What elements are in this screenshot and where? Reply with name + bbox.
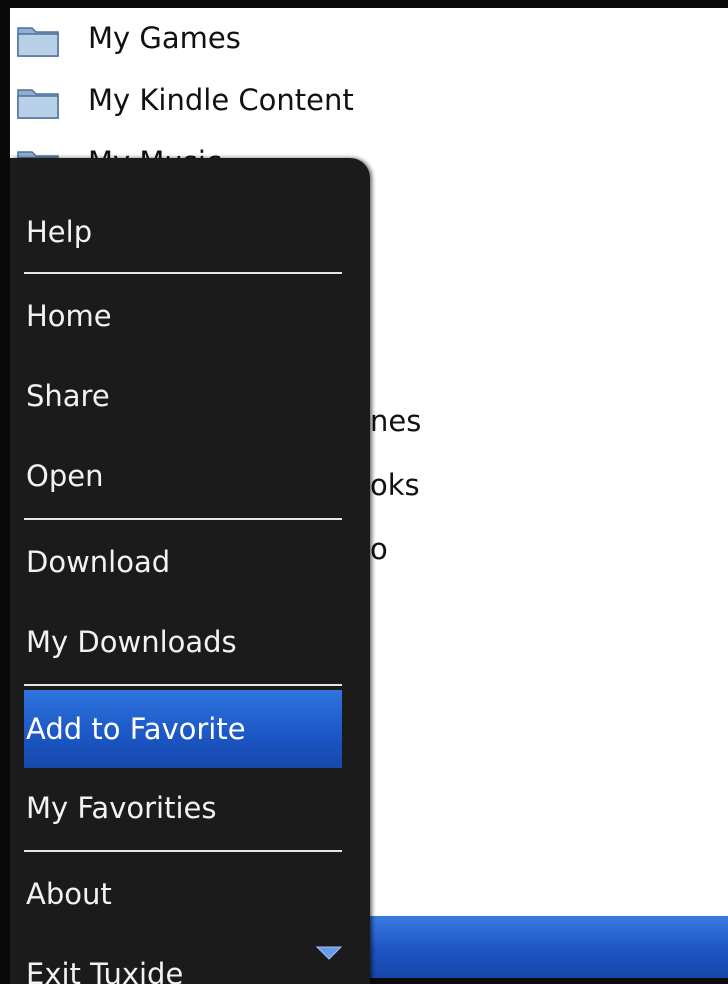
menu-separator: [24, 272, 342, 274]
folder-icon: [17, 27, 59, 57]
context-menu: Help Home Share Open Download My Downloa…: [10, 158, 370, 984]
menu-item-about[interactable]: About: [24, 858, 342, 930]
menu-separator: [24, 518, 342, 520]
chevron-down-icon[interactable]: [316, 946, 342, 960]
menu-item-home[interactable]: Home: [24, 280, 342, 352]
menu-item-exit[interactable]: Exit Tuxide: [24, 938, 342, 984]
menu-item-share[interactable]: Share: [24, 360, 342, 432]
menu-item-my-favorities[interactable]: My Favorities: [24, 772, 342, 844]
file-label: My Games: [88, 21, 241, 55]
menu-separator: [24, 850, 342, 852]
folder-icon: [17, 89, 59, 119]
menu-item-open[interactable]: Open: [24, 440, 342, 512]
partial-file-label: oks: [370, 468, 420, 502]
menu-item-my-downloads[interactable]: My Downloads: [24, 606, 342, 678]
menu-item-add-to-favorite[interactable]: Add to Favorite: [24, 690, 342, 768]
menu-separator: [24, 684, 342, 686]
file-row-my-games[interactable]: My Games: [10, 8, 728, 68]
partial-file-label: o: [370, 532, 388, 566]
menu-item-download[interactable]: Download: [24, 526, 342, 598]
partial-file-label: nes: [370, 404, 422, 438]
file-label: My Kindle Content: [88, 83, 354, 117]
menu-item-help[interactable]: Help: [24, 196, 342, 268]
file-row-my-kindle-content[interactable]: My Kindle Content: [10, 70, 728, 130]
